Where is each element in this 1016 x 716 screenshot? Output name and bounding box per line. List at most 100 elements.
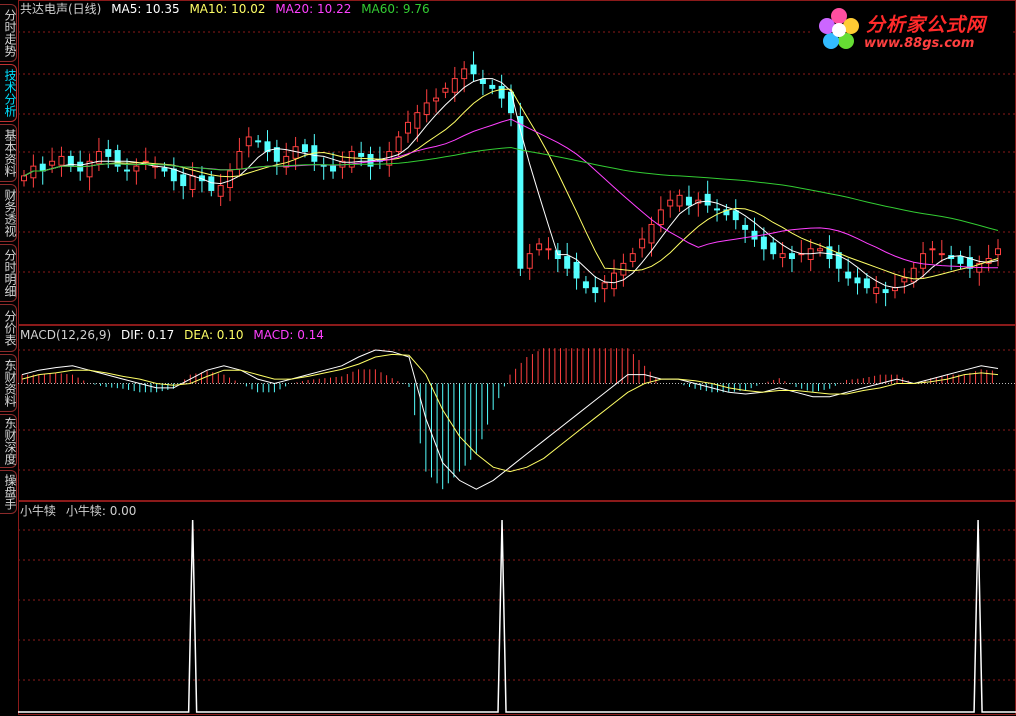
candle-body-39 [386,151,393,166]
candle-body-54 [526,253,533,269]
ma60-label: MA60: 9.76 [361,2,430,16]
candle-body-13 [142,160,149,163]
macd-legend: MACD(12,26,9) DIF: 0.17 DEA: 0.10 MACD: … [20,328,330,342]
sidebar-tab-5[interactable]: 分价表 [0,304,17,352]
candle-body-98 [938,253,945,256]
candle-body-45 [442,87,449,93]
candle-body-77 [742,224,749,230]
candle-body-104 [995,248,1001,256]
sidebar-tab-4[interactable]: 分时明细 [0,244,17,302]
candle-body-2 [39,163,46,172]
candle-body-9 [105,149,112,157]
macd-label: MACD: 0.14 [253,328,324,342]
candle-body-51 [498,85,505,99]
candle-body-30 [301,144,308,153]
candle-body-32 [320,164,327,167]
candle-body-95 [910,267,917,283]
sidebar-tab-8[interactable]: 操盘手 [0,470,17,514]
candle-body-71 [685,196,692,206]
candle-body-46 [451,78,458,93]
indicator-legend: 小牛犊 小牛犊: 0.00 [20,504,142,518]
candle-body-66 [639,238,646,249]
candle-body-27 [273,147,280,162]
candle-body-78 [751,230,758,240]
candle-body-79 [760,236,767,250]
candle-body-70 [676,194,683,207]
candle-body-23 [236,151,243,170]
macd-name: MACD(12,26,9) [20,328,112,342]
candle-body-90 [863,278,870,289]
candle-body-15 [161,167,168,172]
sidebar-tab-1[interactable]: 技术分析 [0,64,17,122]
candle-body-69 [667,199,674,207]
candle-body-52 [508,91,514,114]
candle-body-65 [629,253,636,262]
ma5-label: MA5: 10.35 [111,2,180,16]
logo-url: www.88gs.com [864,36,975,51]
signal-panel-frame [18,501,1016,715]
candle-body-73 [704,193,711,206]
candle-body-92 [882,289,889,294]
dif-line [21,349,999,490]
candle-body-96 [920,253,927,269]
candle-body-97 [929,248,936,251]
candle-body-11 [124,169,131,172]
sidebar-tab-6[interactable]: 东财资料 [0,354,17,412]
candle-body-88 [845,271,852,279]
candle-body-50 [489,84,496,89]
candle-body-43 [423,102,430,116]
sidebar: 分时走势技术分析基本资料财务透视分时明细分价表东财资料东财深度操盘手 [0,0,18,716]
candle-body-21 [217,185,224,197]
candle-body-0 [21,175,27,182]
candle-body-33 [330,165,337,172]
logo-title: 分析家公式网 [866,14,987,36]
sidebar-tab-2[interactable]: 基本资料 [0,124,17,182]
candle-body-60 [582,281,589,289]
candle-body-55 [536,243,543,251]
candle-body-56 [545,248,552,251]
indicator-value: 小牛犊: 0.00 [65,504,137,518]
candle-body-53 [517,116,524,269]
candle-body-42 [414,112,421,129]
candle-body-4 [58,155,65,166]
candle-body-58 [564,256,571,269]
candle-body-67 [648,223,655,244]
dea-label: DEA: 0.10 [184,328,244,342]
candle-body-68 [657,209,664,225]
ma20-line [23,118,998,269]
candle-body-59 [573,261,580,279]
candle-body-49 [479,79,486,84]
candle-body-94 [901,277,908,283]
dif-label: DIF: 0.17 [120,328,175,342]
chart-area: 共达电声(日线) MA5: 10.35 MA10: 10.02 MA20: 10… [18,0,1016,716]
candle-body-25 [255,140,262,143]
candle-body-81 [779,253,786,259]
sidebar-tab-7[interactable]: 东财深度 [0,414,17,468]
candle-body-20 [208,176,215,191]
flower-icon [819,8,859,49]
candle-body-74 [714,208,721,211]
candle-body-3 [49,160,56,166]
price-legend: 共达电声(日线) MA5: 10.35 MA10: 10.02 MA20: 10… [20,2,436,16]
candle-body-40 [395,136,402,153]
candle-body-48 [470,64,477,75]
candle-body-12 [133,165,140,172]
candle-body-17 [180,174,187,187]
candle-body-29 [292,146,299,159]
ma10-label: MA10: 10.02 [189,2,266,16]
candle-body-47 [461,68,468,80]
sidebar-tab-3[interactable]: 财务透视 [0,184,17,242]
candle-body-91 [873,287,880,295]
sidebar-tab-0[interactable]: 分时走势 [0,4,17,62]
signal-line [18,519,1016,713]
ma60-line [23,146,999,231]
candle-body-82 [788,253,795,260]
site-logo: 分析家公式网 www.88gs.com [812,2,1012,56]
candle-body-62 [601,282,608,290]
candle-body-36 [358,152,365,157]
indicator-name: 小牛犊 [20,504,57,518]
candle-body-16 [170,168,177,182]
candle-body-76 [732,210,739,221]
chart-canvas[interactable] [18,0,1016,716]
dea-line [21,353,999,473]
